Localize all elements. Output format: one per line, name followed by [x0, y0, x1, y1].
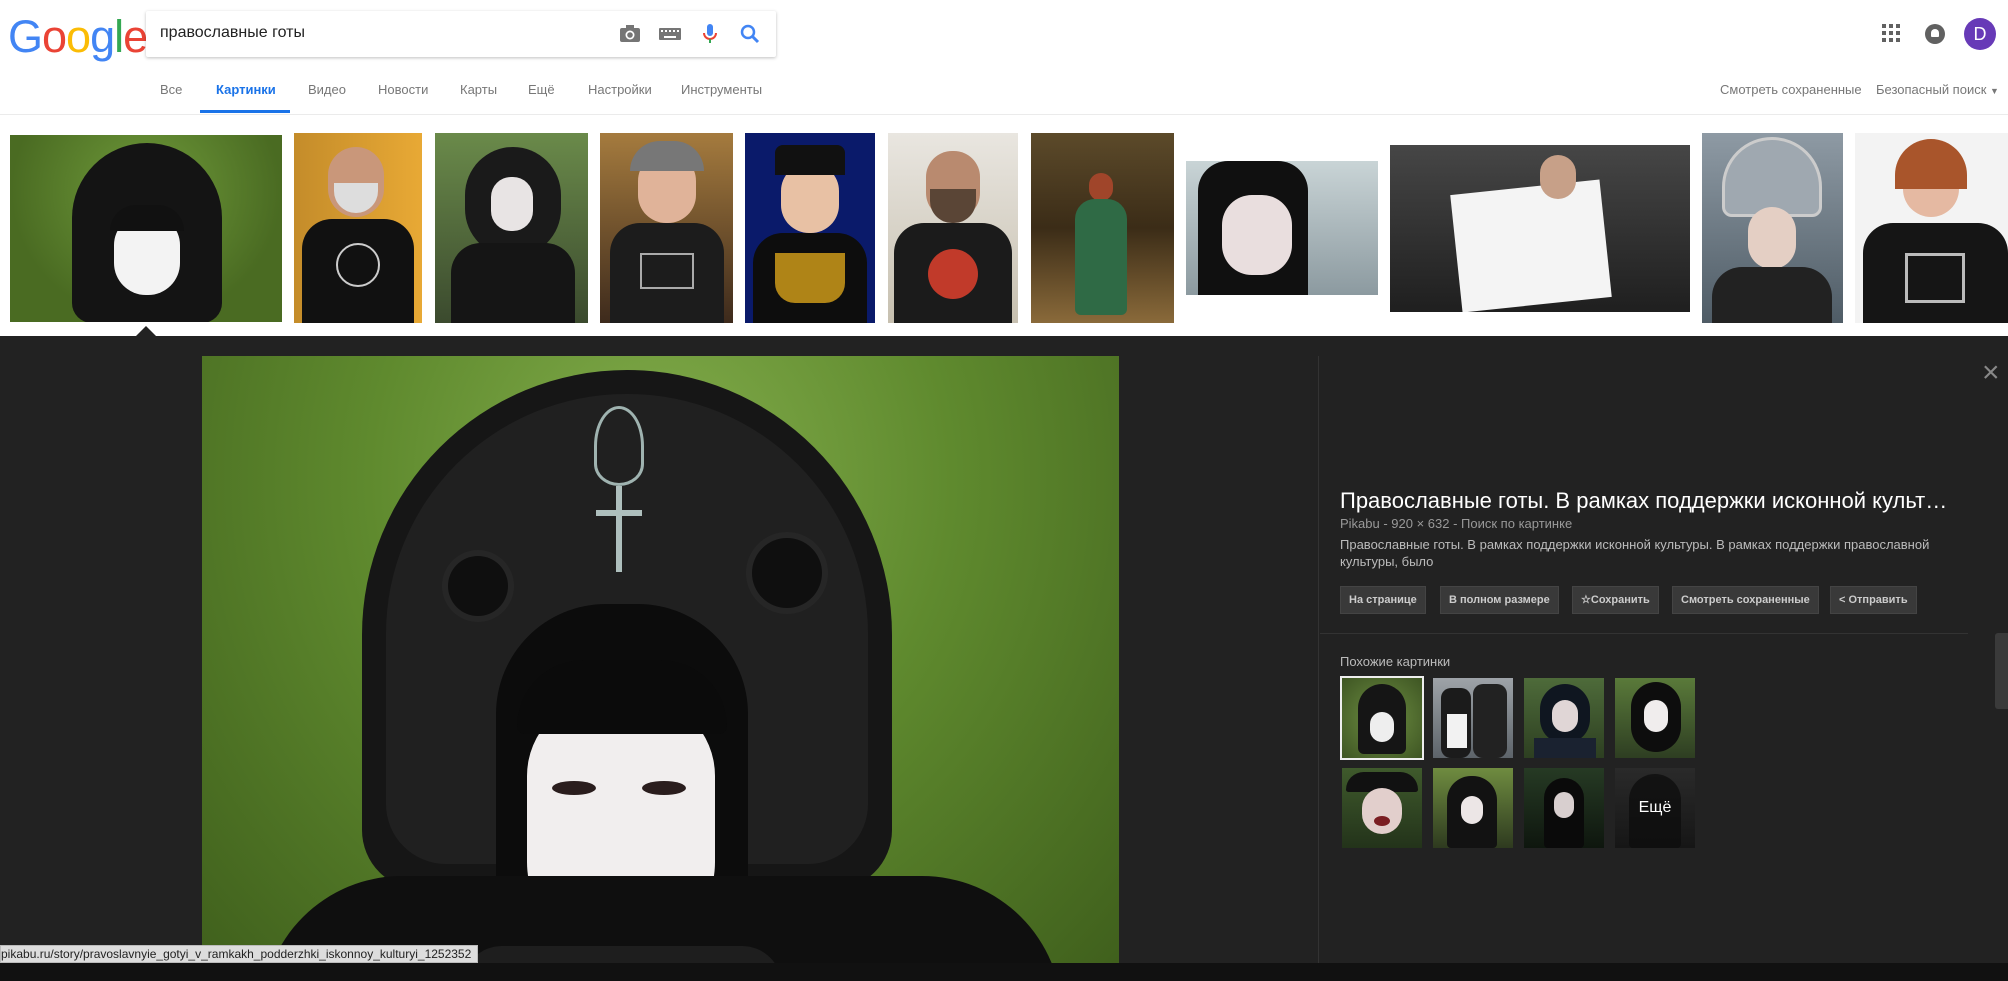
tab-settings[interactable]: Настройки — [588, 82, 652, 97]
image-result[interactable] — [888, 133, 1018, 323]
image-result[interactable] — [1390, 145, 1690, 312]
more-label: Ещё — [1638, 799, 1672, 816]
safe-search-label: Безопасный поиск — [1876, 82, 1987, 97]
image-result[interactable] — [1186, 161, 1378, 295]
view-saved-button[interactable]: Смотреть сохраненные — [1672, 586, 1819, 614]
more-similar-button[interactable]: Ещё — [1615, 768, 1695, 848]
logo-letter: l — [114, 11, 124, 62]
share-label: Отправить — [1848, 594, 1908, 606]
save-label: Сохранить — [1590, 594, 1650, 606]
image-description: Православные готы. В рамках поддержки ис… — [1340, 537, 1930, 569]
preview-image[interactable] — [202, 356, 1119, 976]
view-full-size-button[interactable]: В полном размере — [1440, 586, 1559, 614]
active-tab-indicator — [200, 110, 290, 113]
similar-image[interactable] — [1340, 676, 1424, 760]
save-button[interactable]: ☆Сохранить — [1572, 586, 1659, 614]
logo-letter: o — [66, 11, 91, 62]
tab-tools[interactable]: Инструменты — [681, 82, 762, 97]
logo-letter: G — [8, 11, 43, 62]
panel-divider — [1318, 356, 1319, 981]
search-icon[interactable] — [738, 23, 762, 45]
similar-image[interactable] — [1524, 768, 1604, 848]
similar-image[interactable] — [1615, 678, 1695, 758]
similar-images-heading: Похожие картинки — [1340, 654, 1451, 669]
image-viewer-panel: × Православные готы. В рамках поддержки … — [0, 336, 2008, 981]
similar-image[interactable] — [1524, 678, 1604, 758]
logo-letter: g — [90, 11, 115, 62]
notifications-icon[interactable] — [1925, 24, 1945, 44]
image-results-strip — [0, 115, 2008, 335]
avatar[interactable]: D — [1964, 18, 1996, 50]
camera-icon[interactable] — [618, 23, 642, 45]
dropdown-arrow-icon: ▼ — [1990, 86, 1999, 96]
image-result[interactable] — [600, 133, 733, 323]
share-button[interactable]: < Отправить — [1830, 586, 1917, 614]
tab-images[interactable]: Картинки — [216, 82, 276, 97]
microphone-icon[interactable] — [698, 23, 722, 45]
image-result[interactable] — [10, 135, 282, 322]
image-result[interactable] — [435, 133, 588, 323]
similar-image[interactable] — [1433, 768, 1513, 848]
visit-page-button[interactable]: На странице — [1340, 586, 1426, 614]
tab-news[interactable]: Новости — [378, 82, 428, 97]
tab-all[interactable]: Все — [160, 82, 182, 97]
image-result[interactable] — [294, 133, 422, 323]
search-box[interactable]: православные готы — [146, 11, 776, 57]
tab-more[interactable]: Ещё — [528, 82, 555, 97]
next-image-arrow[interactable] — [1995, 633, 2008, 709]
selected-indicator-arrow — [136, 326, 156, 336]
tab-maps[interactable]: Карты — [460, 82, 497, 97]
safe-search-dropdown[interactable]: Безопасный поиск ▼ — [1876, 82, 1999, 97]
tab-video[interactable]: Видео — [308, 82, 346, 97]
image-meta: Pikabu - 920 × 632 - Поиск по картинке — [1340, 516, 1573, 531]
saved-images-link[interactable]: Смотреть сохраненные — [1720, 82, 1862, 97]
image-result[interactable] — [1702, 133, 1843, 323]
top-header: Google православные готы D Все Картинки … — [0, 0, 2008, 115]
close-icon[interactable]: × — [1982, 358, 2000, 388]
image-result[interactable] — [745, 133, 875, 323]
logo-letter: o — [42, 11, 67, 62]
panel-separator — [1320, 633, 1968, 634]
apps-grid-icon[interactable] — [1882, 24, 1900, 42]
google-logo[interactable]: Google — [8, 11, 148, 62]
link-status-bar: pikabu.ru/story/pravoslavnyie_gotyi_v_ra… — [0, 945, 479, 963]
star-icon: ☆ — [1581, 594, 1591, 606]
image-result[interactable] — [1855, 133, 2008, 323]
logo-letter: e — [123, 11, 148, 62]
image-title[interactable]: Православные готы. В рамках поддержки ис… — [1340, 488, 1960, 514]
similar-image[interactable] — [1433, 678, 1513, 758]
search-input[interactable]: православные готы — [160, 24, 305, 42]
image-result[interactable] — [1031, 133, 1174, 323]
keyboard-icon[interactable] — [658, 23, 682, 45]
taskbar-strip — [0, 963, 2008, 981]
similar-image[interactable] — [1342, 768, 1422, 848]
